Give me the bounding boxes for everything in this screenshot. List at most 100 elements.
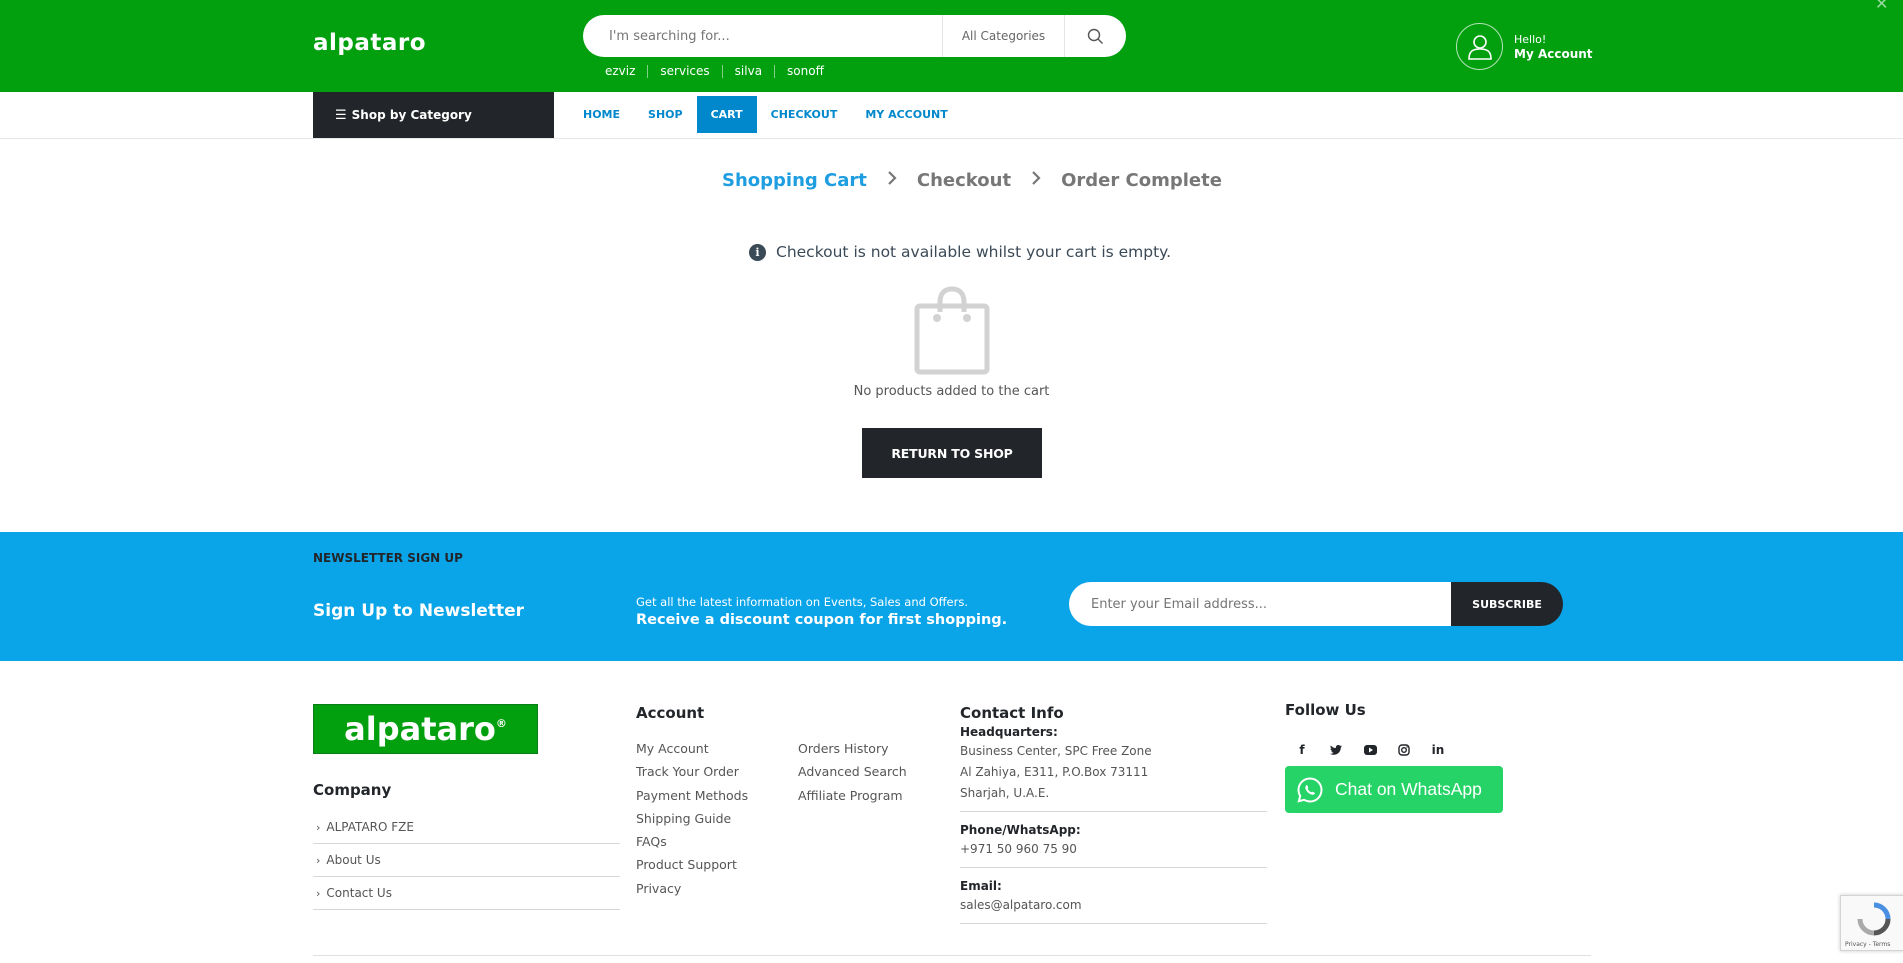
youtube-icon[interactable] xyxy=(1353,741,1387,759)
nav-shop[interactable]: SHOP xyxy=(634,96,697,133)
step-shopping-cart[interactable]: Shopping Cart xyxy=(722,170,867,191)
hq-label: Headquarters: xyxy=(960,725,1058,739)
site-logo[interactable]: alpataro xyxy=(313,30,426,56)
category-select[interactable]: All Categories xyxy=(942,15,1064,57)
recaptcha-text[interactable]: Privacy - Terms xyxy=(1845,941,1890,948)
footer-logo-text: alpataro xyxy=(344,710,496,748)
phone-number[interactable]: +971 50 960 75 90 xyxy=(960,839,1267,860)
chevron-right-icon xyxy=(887,170,897,191)
notice-text: Checkout is not available whilst your ca… xyxy=(776,243,1172,261)
company-link-label: ALPATARO FZE xyxy=(326,820,414,834)
menu-icon: ☰ xyxy=(335,107,347,123)
footer-link-orders-history[interactable]: Orders History xyxy=(798,740,907,763)
footer-link-advanced-search[interactable]: Advanced Search xyxy=(798,763,907,786)
divider xyxy=(960,811,1267,812)
nav-home[interactable]: HOME xyxy=(569,96,634,133)
footer-link-shipping-guide[interactable]: Shipping Guide xyxy=(636,810,748,833)
footer-divider xyxy=(313,955,1591,956)
step-checkout[interactable]: Checkout xyxy=(917,170,1011,191)
nav-links: HOME SHOP CART CHECKOUT MY ACCOUNT xyxy=(569,96,962,133)
footer-link-my-account[interactable]: My Account xyxy=(636,740,748,763)
company-link-alpataro-fze[interactable]: › ALPATARO FZE xyxy=(313,811,620,844)
hq-line: Sharjah, U.A.E. xyxy=(960,786,1050,800)
nav-my-account[interactable]: MY ACCOUNT xyxy=(851,96,961,133)
company-heading: Company xyxy=(313,781,392,799)
newsletter-highlight: Receive a discount coupon for first shop… xyxy=(636,612,1008,628)
newsletter-email-input[interactable] xyxy=(1069,582,1451,626)
footer-link-privacy[interactable]: Privacy xyxy=(636,880,748,903)
social-links: f in xyxy=(1285,741,1455,759)
newsletter-heading: NEWSLETTER SIGN UP xyxy=(313,551,463,565)
account-label: My Account xyxy=(1514,46,1593,61)
facebook-icon[interactable]: f xyxy=(1285,741,1319,759)
return-to-shop-button[interactable]: RETURN TO SHOP xyxy=(862,428,1042,478)
divider xyxy=(960,867,1267,868)
account-links-col2: Orders History Advanced Search Affiliate… xyxy=(798,740,907,810)
account-link[interactable]: Hello! My Account xyxy=(1456,23,1593,70)
twitter-icon[interactable] xyxy=(1319,741,1353,759)
account-text: Hello! My Account xyxy=(1514,33,1593,61)
footer-link-track-order[interactable]: Track Your Order xyxy=(636,763,748,786)
newsletter-title: Sign Up to Newsletter xyxy=(313,601,524,621)
user-icon xyxy=(1467,34,1492,60)
close-icon[interactable]: ✕ xyxy=(1875,0,1888,13)
quick-link-silva[interactable]: silva xyxy=(723,65,776,78)
footer-link-product-support[interactable]: Product Support xyxy=(636,856,748,879)
page: alpataro All Categories ezviz services s… xyxy=(0,0,1903,963)
quick-link-ezviz[interactable]: ezviz xyxy=(605,65,649,78)
newsletter-description: Get all the latest information on Events… xyxy=(636,595,968,609)
quick-link-services[interactable]: services xyxy=(648,65,723,78)
search-input[interactable] xyxy=(583,15,942,57)
hq-line: Business Center, SPC Free Zone xyxy=(960,744,1152,758)
newsletter-form: SUBSCRIBE xyxy=(1069,582,1563,626)
quick-link-sonoff[interactable]: sonoff xyxy=(775,65,836,78)
company-links: › ALPATARO FZE › About Us › Contact Us xyxy=(313,811,620,910)
shop-by-category-label: Shop by Category xyxy=(351,108,472,122)
whatsapp-icon xyxy=(1297,776,1323,803)
main-navigation: ☰ Shop by Category HOME SHOP CART CHECKO… xyxy=(0,92,1903,139)
email-address[interactable]: sales@alpataro.com xyxy=(960,895,1267,916)
shop-by-category-button[interactable]: ☰ Shop by Category xyxy=(313,92,554,138)
company-link-about-us[interactable]: › About Us xyxy=(313,844,620,877)
header-bar: alpataro All Categories ezviz services s… xyxy=(0,0,1903,92)
footer-link-faqs[interactable]: FAQs xyxy=(636,833,748,856)
company-link-label: About Us xyxy=(326,853,381,867)
follow-heading: Follow Us xyxy=(1285,701,1366,719)
recaptcha-icon xyxy=(1857,902,1891,936)
chevron-right-icon xyxy=(1031,170,1041,191)
account-greeting: Hello! xyxy=(1514,32,1547,46)
info-icon: i xyxy=(749,243,766,261)
account-heading: Account xyxy=(636,704,705,722)
account-avatar xyxy=(1456,23,1503,70)
contact-info: Headquarters: Business Center, SPC Free … xyxy=(960,723,1267,933)
cart-empty-notice: i Checkout is not available whilst your … xyxy=(749,243,1171,261)
account-links-col1: My Account Track Your Order Payment Meth… xyxy=(636,740,748,903)
hq-line: Al Zahiya, E311, P.O.Box 73111 xyxy=(960,765,1149,779)
step-order-complete: Order Complete xyxy=(1061,170,1222,191)
company-link-contact-us[interactable]: › Contact Us xyxy=(313,877,620,910)
phone-label: Phone/WhatsApp: xyxy=(960,823,1081,837)
search-icon xyxy=(1087,28,1103,44)
search-button[interactable] xyxy=(1064,15,1126,57)
recaptcha-badge[interactable]: Privacy - Terms xyxy=(1840,895,1903,951)
divider xyxy=(960,923,1267,924)
registered-mark: ® xyxy=(495,716,507,730)
empty-cart-text: No products added to the cart xyxy=(853,384,1050,399)
instagram-icon[interactable] xyxy=(1387,741,1421,759)
footer-link-payment-methods[interactable]: Payment Methods xyxy=(636,787,748,810)
whatsapp-chat-button[interactable]: Chat on WhatsApp xyxy=(1285,766,1503,813)
company-link-label: Contact Us xyxy=(326,886,392,900)
search-bar: All Categories xyxy=(583,15,1126,57)
chevron-right-icon: › xyxy=(316,886,321,900)
nav-checkout[interactable]: CHECKOUT xyxy=(757,96,852,133)
chevron-right-icon: › xyxy=(316,853,321,867)
email-label: Email: xyxy=(960,879,1002,893)
popular-search-links: ezviz services silva sonoff xyxy=(605,65,836,78)
footer-logo[interactable]: alpataro ® xyxy=(313,704,538,754)
shopping-bag-icon xyxy=(913,284,991,380)
nav-cart[interactable]: CART xyxy=(696,96,757,133)
footer-link-affiliate-program[interactable]: Affiliate Program xyxy=(798,787,907,810)
linkedin-icon[interactable]: in xyxy=(1421,741,1455,759)
checkout-steps: Shopping Cart Checkout Order Complete xyxy=(722,170,1222,191)
subscribe-button[interactable]: SUBSCRIBE xyxy=(1451,582,1563,626)
